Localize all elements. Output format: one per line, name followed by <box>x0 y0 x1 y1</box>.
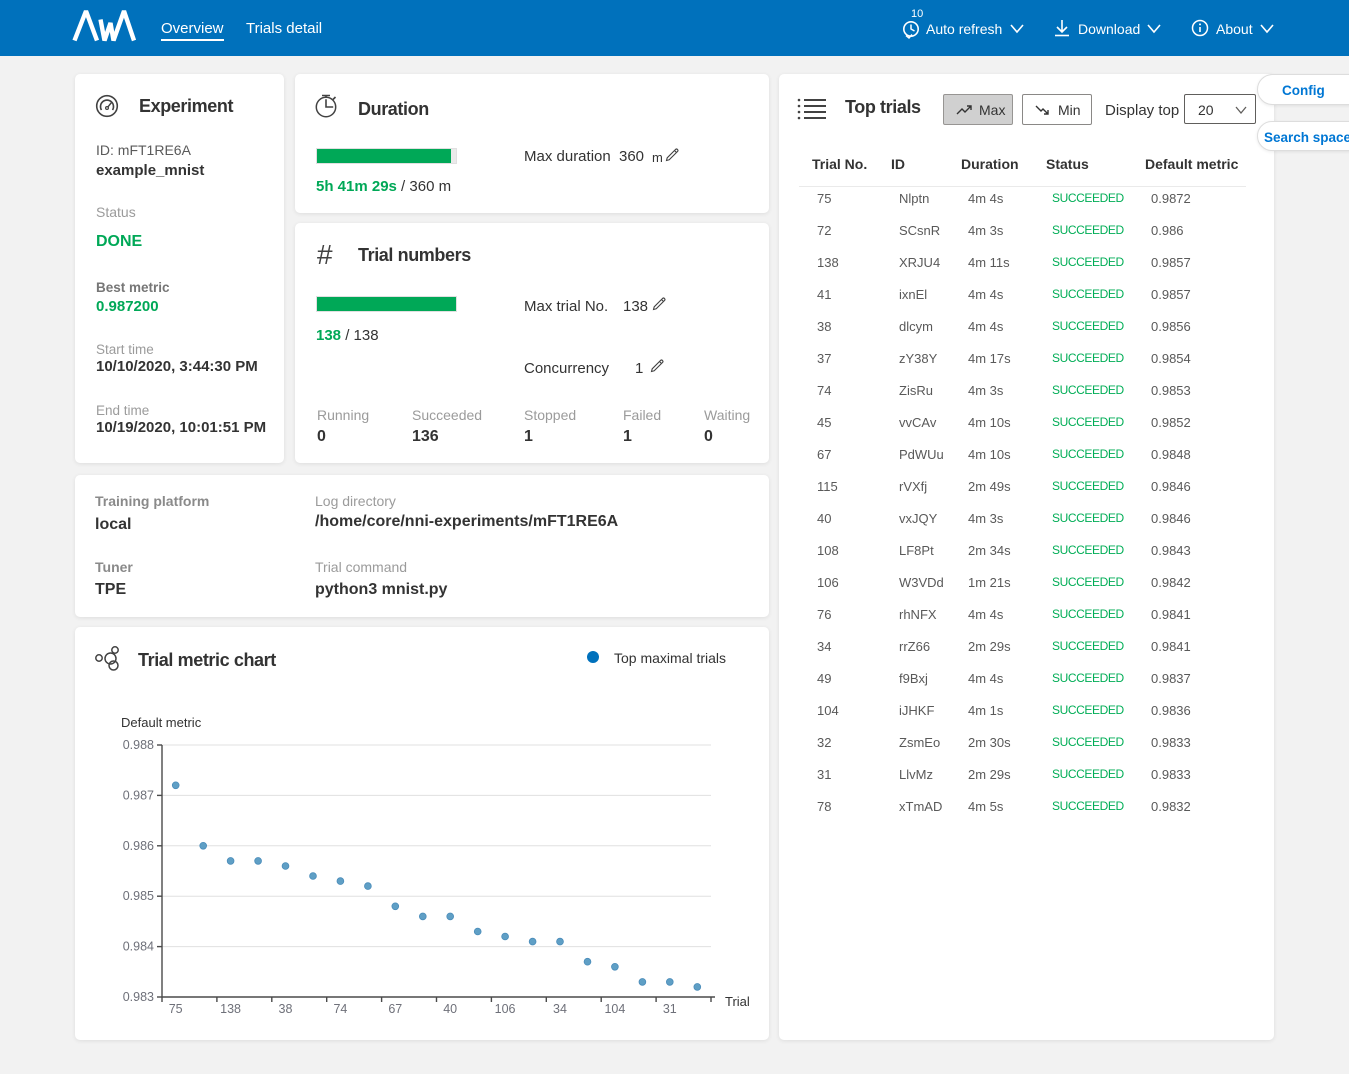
svg-text:75: 75 <box>169 1002 183 1016</box>
svg-text:34: 34 <box>553 1002 567 1016</box>
svg-text:0.988: 0.988 <box>123 738 154 752</box>
svg-text:74: 74 <box>333 1002 347 1016</box>
svg-text:0.987: 0.987 <box>123 788 154 802</box>
svg-text:138: 138 <box>220 1002 241 1016</box>
svg-text:104: 104 <box>604 1002 625 1016</box>
svg-text:0.986: 0.986 <box>123 839 154 853</box>
svg-text:67: 67 <box>388 1002 402 1016</box>
svg-text:0.983: 0.983 <box>123 990 154 1004</box>
svg-text:40: 40 <box>443 1002 457 1016</box>
svg-text:38: 38 <box>279 1002 293 1016</box>
svg-text:Default metric: Default metric <box>121 715 202 730</box>
svg-text:106: 106 <box>495 1002 516 1016</box>
svg-text:31: 31 <box>663 1002 677 1016</box>
svg-text:0.985: 0.985 <box>123 889 154 903</box>
svg-text:Trial: Trial <box>725 994 750 1009</box>
svg-text:0.984: 0.984 <box>123 940 154 954</box>
